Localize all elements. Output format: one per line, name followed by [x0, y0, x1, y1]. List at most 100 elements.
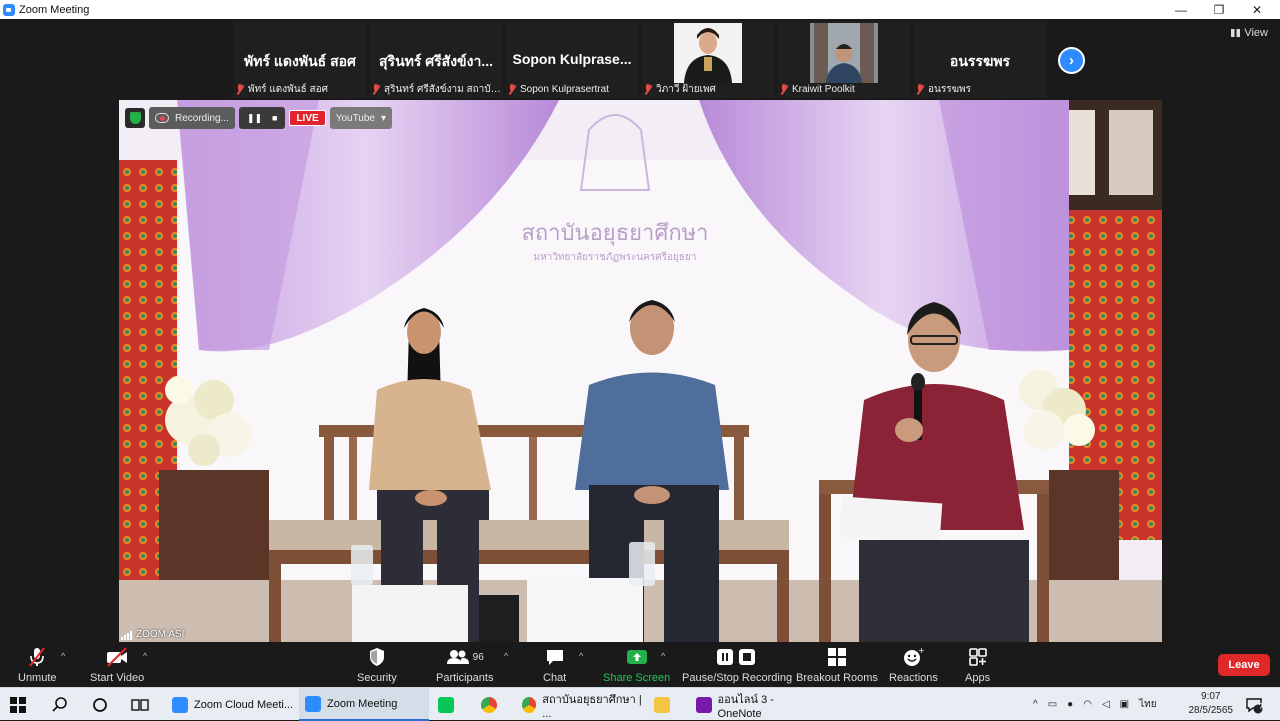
share-options-caret-icon[interactable]: ^	[661, 651, 665, 661]
battery-icon[interactable]: ▭	[1048, 699, 1057, 710]
video-off-icon	[105, 646, 129, 668]
onenote-icon	[696, 696, 712, 713]
microphone-stand	[479, 595, 519, 642]
pause-recording-icon[interactable]: ❚❚	[247, 113, 262, 124]
taskbar-item[interactable]: ออนไลน์ 3 - OneNote	[690, 688, 818, 721]
security-button[interactable]: Security	[357, 646, 397, 684]
encryption-shield-icon[interactable]	[125, 108, 145, 128]
participant-tile[interactable]: วิภาวี ฝ้ายเพศ	[641, 21, 775, 98]
title-bar: Zoom Meeting — ❐ ✕	[0, 0, 1280, 19]
breakout-rooms-icon	[827, 646, 847, 668]
chrome-icon	[481, 696, 497, 713]
participant-label: วิภาวี ฝ้ายเพศ	[643, 82, 773, 96]
apps-label: Apps	[965, 672, 991, 684]
chevron-down-icon: ▾	[380, 112, 387, 124]
taskbar-item[interactable]: Zoom Meeting	[299, 688, 429, 721]
show-hidden-icons-icon[interactable]: ^	[1033, 699, 1038, 710]
minimize-button[interactable]: —	[1162, 0, 1200, 19]
close-button[interactable]: ✕	[1238, 0, 1276, 19]
notifications-button[interactable]: 7	[1245, 688, 1269, 721]
file-explorer-icon	[654, 696, 670, 713]
chat-button[interactable]: Chat	[543, 646, 566, 684]
participants-count: 96	[472, 651, 484, 663]
microphone-icon[interactable]: ●	[1067, 699, 1073, 710]
view-label: View	[1244, 27, 1268, 39]
apps-button[interactable]: Apps	[965, 646, 990, 684]
chevron-right-icon: ›	[1069, 52, 1074, 69]
unmute-button[interactable]: Unmute	[18, 646, 57, 684]
participant-tile[interactable]: พัทร์ แดงพันธ์ สอศ พัทร์ แดงพันธ์ สอศ	[233, 21, 367, 98]
system-clock[interactable]: 9:07 28/5/2565	[1189, 690, 1234, 718]
search-icon	[52, 696, 67, 712]
banner-subtitle: มหาวิทยาลัยราชภัฏพระนครศรีอยุธยา	[534, 251, 697, 263]
window-title: Zoom Meeting	[19, 3, 90, 16]
participant-name: สุรินทร์ ศรีสังข์งาม สถาบัน...	[384, 83, 501, 95]
video-options-caret-icon[interactable]: ^	[143, 651, 147, 661]
usb-icon[interactable]: ▣	[1120, 699, 1129, 710]
recording-status: Recording...	[149, 107, 235, 129]
stream-target-dropdown[interactable]: YouTube ▾	[329, 107, 393, 129]
taskbar-item-label: Zoom Meeting	[327, 697, 398, 710]
zoom-icon	[305, 695, 321, 712]
mic-muted-icon	[507, 83, 517, 95]
participant-label: Kraiwit Poolkit	[779, 82, 909, 96]
cortana-button[interactable]	[92, 688, 108, 721]
recording-overlay: Recording... ❚❚ ■ LIVE YouTube ▾	[125, 107, 393, 129]
reactions-button[interactable]: + Reactions	[889, 646, 938, 684]
audio-options-caret-icon[interactable]: ^	[61, 651, 65, 661]
mic-muted-icon	[779, 83, 789, 95]
participant-tile[interactable]: Kraiwit Poolkit	[777, 21, 911, 98]
recording-icon	[155, 113, 169, 123]
pause-stop-recording-button[interactable]: Pause/Stop Recording	[682, 646, 792, 684]
taskbar-item[interactable]	[481, 688, 505, 721]
task-view-button[interactable]	[131, 688, 149, 721]
start-video-button[interactable]: Start Video	[90, 646, 144, 684]
participant-name: อนรรฆพร	[928, 83, 971, 95]
participant-label: อนรรฆพร	[915, 82, 1045, 96]
participant-name: Kraiwit Poolkit	[792, 83, 855, 95]
windows-taskbar: Zoom Cloud Meeti... Zoom Meeting สถาบันอ…	[0, 687, 1280, 721]
participant-tile[interactable]: อนรรฆพร อนรรฆพร	[913, 21, 1047, 98]
taskbar-item[interactable]	[438, 688, 462, 721]
participants-options-caret-icon[interactable]: ^	[504, 651, 508, 661]
search-button[interactable]	[52, 688, 68, 721]
wifi-icon[interactable]: ◠	[1083, 699, 1092, 710]
cortana-icon	[93, 697, 107, 712]
start-button[interactable]	[10, 688, 30, 721]
share-screen-icon	[626, 646, 648, 668]
chat-icon	[544, 646, 566, 668]
participants-icon: 96	[446, 646, 484, 668]
main-video[interactable]: สถาบันอยุธยาศึกษา มหาวิทยาลัยราชภัฏพระนค…	[119, 100, 1162, 642]
mic-muted-icon	[915, 83, 925, 95]
zoom-icon	[172, 696, 188, 713]
next-page-button[interactable]: ›	[1058, 47, 1085, 74]
chrome-icon	[522, 696, 537, 713]
leave-button[interactable]: Leave	[1218, 654, 1270, 676]
water-glass	[629, 542, 655, 586]
participant-display-name: Sopon Kulprase...	[512, 51, 632, 67]
start-video-label: Start Video	[90, 672, 145, 684]
view-button[interactable]: View	[1231, 25, 1268, 41]
participant-tile[interactable]: Sopon Kulprase... Sopon Kulprasertrat	[505, 21, 639, 98]
stage-scene: สถาบันอยุธยาศึกษา มหาวิทยาลัยราชภัฏพระนค…	[119, 100, 1162, 642]
participant-display-name: พัทร์ แดงพันธ์ สอศ	[244, 53, 356, 69]
svg-text:+: +	[918, 646, 924, 655]
chat-options-caret-icon[interactable]: ^	[579, 651, 583, 661]
speaker-name: ZOOM ASI	[136, 629, 185, 640]
restore-button[interactable]: ❐	[1200, 0, 1238, 19]
stop-recording-icon[interactable]: ■	[272, 113, 277, 123]
participants-button[interactable]: 96 Participants	[436, 646, 493, 684]
volume-icon[interactable]: ◁	[1102, 699, 1110, 710]
mic-muted-icon	[26, 646, 48, 668]
taskbar-item[interactable]: Zoom Cloud Meeti...	[166, 688, 296, 721]
notification-count: 7	[1259, 702, 1264, 711]
taskbar-item[interactable]	[654, 688, 678, 721]
grid-view-icon	[1231, 29, 1241, 37]
input-language[interactable]: ไทย	[1139, 697, 1156, 712]
water-glass	[351, 545, 373, 585]
security-label: Security	[357, 672, 397, 684]
breakout-rooms-button[interactable]: Breakout Rooms	[796, 646, 878, 684]
breakout-rooms-label: Breakout Rooms	[796, 672, 878, 684]
participant-tile[interactable]: สุรินทร์ ศรีสังข์งา... สุรินทร์ ศรีสังข์…	[369, 21, 503, 98]
taskbar-item[interactable]: สถาบันอยุธยาศึกษา | ...	[516, 688, 642, 721]
